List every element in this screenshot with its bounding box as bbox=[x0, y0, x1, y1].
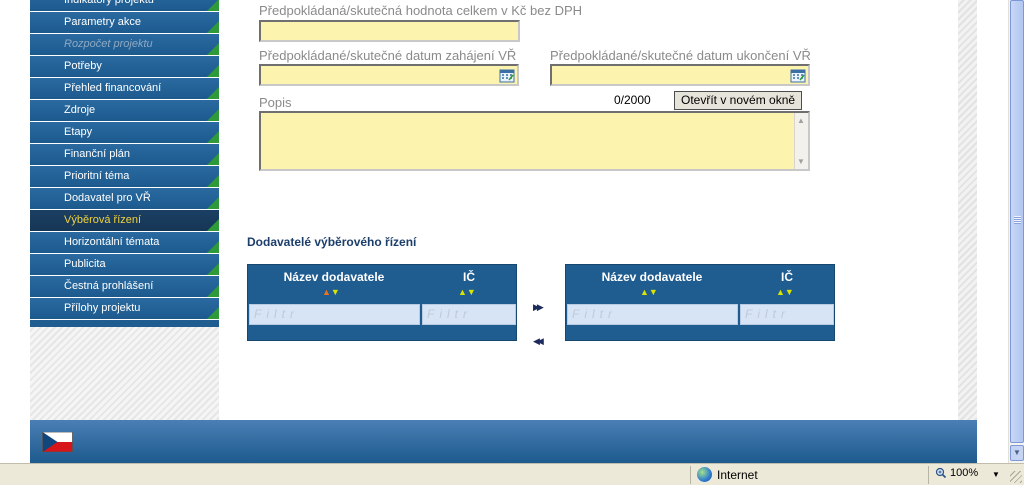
internet-zone-icon bbox=[697, 467, 712, 482]
filter-row: Filtr Filtr bbox=[566, 304, 834, 325]
column-header-ic[interactable]: IČ bbox=[738, 270, 836, 284]
right-gutter bbox=[977, 0, 1008, 463]
suppliers-section-title: Dodavatelé výběrového řízení bbox=[247, 235, 417, 249]
calendar-icon[interactable] bbox=[790, 67, 806, 83]
sort-desc-icon[interactable]: ▼ bbox=[467, 287, 476, 297]
sidebar-item-publicita[interactable]: Publicita bbox=[30, 254, 219, 276]
sidebar-nav-end bbox=[30, 320, 219, 327]
scroll-down-icon[interactable]: ▼ bbox=[797, 157, 805, 166]
column-header-ic[interactable]: IČ bbox=[420, 270, 518, 284]
status-divider bbox=[928, 466, 929, 484]
end-date-field[interactable] bbox=[550, 64, 810, 86]
sort-desc-icon[interactable]: ▼ bbox=[649, 287, 658, 297]
sidebar-item-potreby[interactable]: Potřeby bbox=[30, 56, 219, 78]
sidebar-item-dodavatel-pro-vr[interactable]: Dodavatel pro VŘ bbox=[30, 188, 219, 210]
sidebar-nav: Indikátory projektu Parametry akce Rozpo… bbox=[30, 0, 219, 327]
zoom-dropdown-icon[interactable]: ▼ bbox=[992, 470, 1000, 479]
description-scrollbar[interactable]: ▲ ▼ bbox=[794, 113, 808, 169]
table-footer bbox=[248, 325, 516, 340]
zoom-level: 100% bbox=[950, 467, 979, 479]
scroll-up-icon[interactable]: ▲ bbox=[797, 116, 805, 125]
description-label: Popis bbox=[259, 95, 292, 110]
start-date-field[interactable] bbox=[259, 64, 519, 86]
czech-flag-icon[interactable] bbox=[42, 432, 73, 452]
right-decoration bbox=[958, 0, 977, 420]
page-footer bbox=[30, 420, 977, 463]
left-gutter bbox=[0, 0, 30, 463]
scrollbar-thumb[interactable] bbox=[1010, 0, 1024, 443]
filter-name-input[interactable]: Filtr bbox=[249, 304, 420, 325]
sort-asc-icon[interactable]: ▲ bbox=[640, 287, 649, 297]
vertical-scrollbar[interactable]: ▼ bbox=[1008, 0, 1024, 463]
status-divider bbox=[690, 466, 691, 484]
description-textarea[interactable]: ▲ ▼ bbox=[259, 111, 810, 171]
value-label: Předpokládaná/skutečná hodnota celkem v … bbox=[259, 3, 583, 18]
sort-asc-icon[interactable]: ▲ bbox=[776, 287, 785, 297]
sort-name-icons[interactable]: ▲▼ bbox=[640, 288, 658, 297]
move-right-button[interactable]: ▶▶ bbox=[533, 302, 544, 313]
sort-name-icons[interactable]: ▲▼ bbox=[322, 288, 340, 297]
filter-row: Filtr Filtr bbox=[248, 304, 516, 325]
start-date-label: Předpokládané/skutečné datum zahájení VŘ bbox=[259, 48, 517, 63]
move-left-button[interactable]: ◀◀ bbox=[533, 336, 544, 347]
sidebar-item-vyberova-rizeni[interactable]: Výběrová řízení bbox=[30, 210, 219, 232]
end-date-label: Předpokládané/skutečné datum ukončení VŘ bbox=[550, 48, 811, 63]
scroll-down-arrow-icon[interactable]: ▼ bbox=[1010, 445, 1024, 461]
sidebar-item-indikatory-projektu[interactable]: Indikátory projektu bbox=[30, 0, 219, 12]
zone-label: Internet bbox=[717, 467, 758, 482]
description-counter: 0/2000 bbox=[614, 93, 651, 107]
sidebar-item-zdroje[interactable]: Zdroje bbox=[30, 100, 219, 122]
sidebar-item-etapy[interactable]: Etapy bbox=[30, 122, 219, 144]
selected-suppliers-table: Název dodavatele IČ ▲▼ ▲▼ Filtr Filtr bbox=[565, 264, 835, 341]
sort-desc-icon[interactable]: ▼ bbox=[331, 287, 340, 297]
filter-name-input[interactable]: Filtr bbox=[567, 304, 738, 325]
main-content: Předpokládaná/skutečná hodnota celkem v … bbox=[219, 0, 958, 420]
filter-ic-input[interactable]: Filtr bbox=[740, 304, 834, 325]
zoom-control[interactable]: 100% bbox=[935, 467, 978, 479]
sidebar-item-rozpocet-projektu: Rozpočet projektu bbox=[30, 34, 219, 56]
table-footer bbox=[566, 325, 834, 340]
page-viewport: Indikátory projektu Parametry akce Rozpo… bbox=[0, 0, 1008, 463]
sort-ic-icons[interactable]: ▲▼ bbox=[776, 288, 794, 297]
sidebar: Indikátory projektu Parametry akce Rozpo… bbox=[30, 0, 219, 420]
filter-ic-input[interactable]: Filtr bbox=[422, 304, 516, 325]
sort-desc-icon[interactable]: ▼ bbox=[785, 287, 794, 297]
table-header: Název dodavatele IČ ▲▼ ▲▼ bbox=[248, 265, 516, 304]
sidebar-item-financni-plan[interactable]: Finanční plán bbox=[30, 144, 219, 166]
calendar-icon[interactable] bbox=[499, 67, 515, 83]
open-in-new-window-button[interactable]: Otevřít v novém okně bbox=[674, 91, 803, 110]
sidebar-item-prehled-financovani[interactable]: Přehled financování bbox=[30, 78, 219, 100]
sidebar-item-parametry-akce[interactable]: Parametry akce bbox=[30, 12, 219, 34]
zoom-icon[interactable] bbox=[935, 467, 947, 479]
security-zone: Internet bbox=[697, 467, 758, 482]
sidebar-item-cestna-prohlaseni[interactable]: Čestná prohlášení bbox=[30, 276, 219, 298]
table-header: Název dodavatele IČ ▲▼ ▲▼ bbox=[566, 265, 834, 304]
sidebar-item-horizontalni-temata[interactable]: Horizontální témata bbox=[30, 232, 219, 254]
sidebar-item-prioritni-tema[interactable]: Prioritní téma bbox=[30, 166, 219, 188]
available-suppliers-table: Název dodavatele IČ ▲▼ ▲▼ Filtr Filtr bbox=[247, 264, 517, 341]
sort-asc-icon[interactable]: ▲ bbox=[322, 287, 331, 297]
sort-ic-icons[interactable]: ▲▼ bbox=[458, 288, 476, 297]
column-header-name[interactable]: Název dodavatele bbox=[248, 270, 420, 284]
column-header-name[interactable]: Název dodavatele bbox=[566, 270, 738, 284]
resize-grip[interactable] bbox=[1010, 471, 1022, 483]
sort-asc-icon[interactable]: ▲ bbox=[458, 287, 467, 297]
sidebar-item-prilohy-projektu[interactable]: Přílohy projektu bbox=[30, 298, 219, 320]
browser-status-bar: Internet 100% ▼ bbox=[0, 463, 1024, 485]
value-field[interactable] bbox=[259, 20, 520, 42]
